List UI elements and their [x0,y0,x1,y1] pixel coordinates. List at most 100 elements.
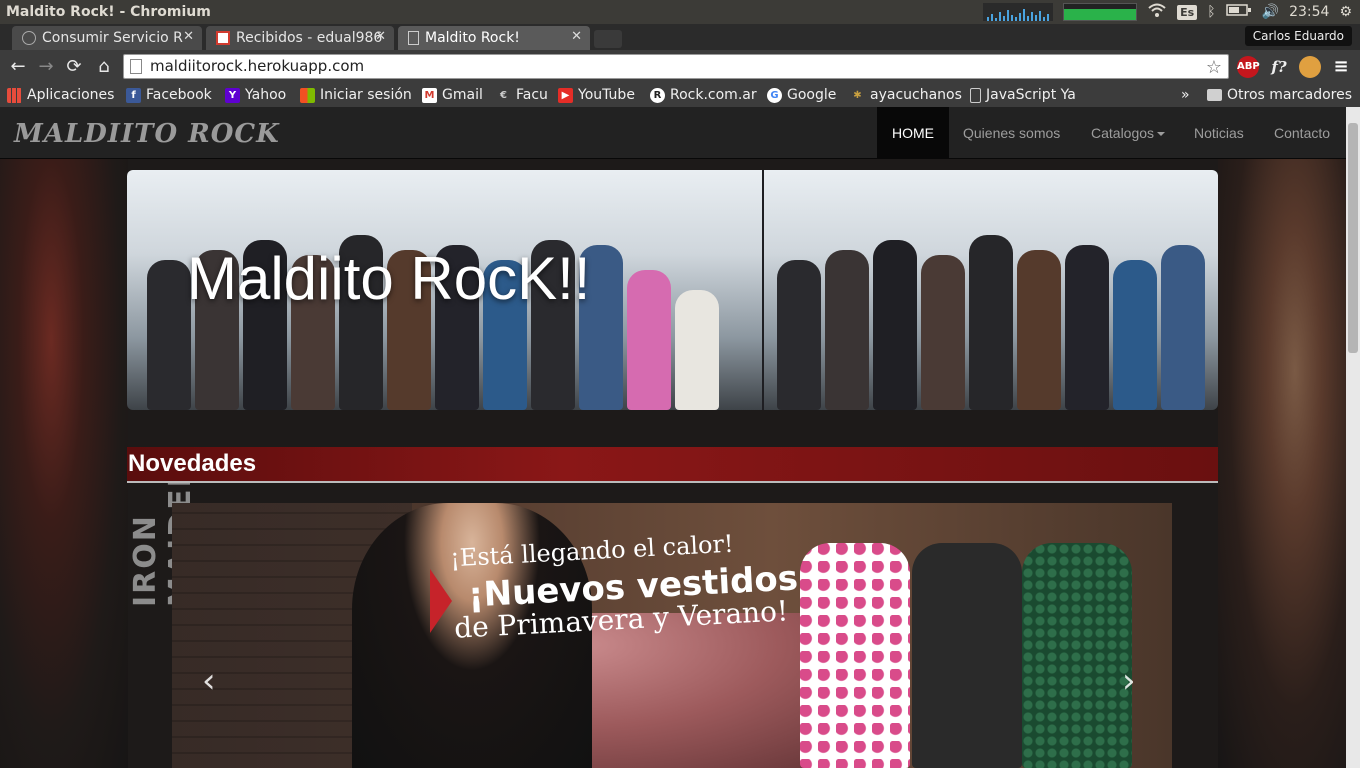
site-brand-logo[interactable]: MALDIITO ROCK [14,119,280,149]
floral-dress-image [800,543,910,768]
bookmark-label: YouTube [578,87,635,103]
hero-title: Maldiito RocK!! [187,245,591,312]
red-chevron-graphic [430,569,452,633]
bookmark-label: Google [787,87,837,103]
promo-carousel[interactable]: ¡Está llegando el calor! ¡Nuevos vestido… [172,503,1172,768]
bookmark-label: ayacuchanos [870,87,962,103]
bookmark-label: JavaScript Ya [986,87,1076,103]
bookmark-label: Facebook [146,87,212,103]
window-title: Maldito Rock! - Chromium [6,4,211,20]
address-bar[interactable]: maldiitorock.herokuapp.com ☆ [123,54,1229,79]
youtube-icon: ▶ [558,87,573,103]
profile-button[interactable]: Carlos Eduardo [1244,26,1352,46]
microsoft-icon [300,87,315,103]
home-icon[interactable]: ⌂ [92,55,116,79]
bookmark-ayacuchanos[interactable]: ✱ ayacuchanos [850,85,962,105]
page-icon [130,59,142,74]
page-icon [970,87,981,103]
clock[interactable]: 23:54 [1289,4,1329,20]
bookmark-label: Iniciar sesión [320,87,412,103]
bookmarks-bar: Aplicaciones f Facebook Y Yahoo Iniciar … [0,83,1360,107]
site-navbar: MALDIITO ROCK HOME Quienes somos Catalog… [0,107,1346,159]
network-graph [1063,3,1138,21]
system-indicators: Es ᛒ 🔊 23:54 ⚙ [983,0,1352,24]
carousel-prev-chevron-icon[interactable]: ‹ [202,661,216,701]
hero-divider [762,170,764,410]
page-icon [408,31,419,45]
bookmark-iniciar-sesion[interactable]: Iniciar sesión [300,85,412,105]
web-page: IRON MAIDEN MALDIITO ROCK HOME Quienes s… [0,107,1346,768]
tab-recibidos[interactable]: Recibidos - edual986 ✕ [206,26,394,50]
tab-close-icon[interactable]: ✕ [375,29,386,44]
wifi-icon[interactable] [1147,2,1167,22]
background-artwork-right [1218,157,1346,768]
bookmark-otros-marcadores[interactable]: Otros marcadores [1207,85,1352,105]
nav-catalogos-label: Catalogos [1091,125,1155,141]
bookmark-youtube[interactable]: ▶ YouTube [558,85,635,105]
caret-down-icon [1157,132,1166,137]
gmail-icon [216,31,230,45]
nav-home[interactable]: HOME [877,107,949,159]
bluetooth-icon[interactable]: ᛒ [1207,4,1215,20]
scrollbar-thumb[interactable] [1348,123,1358,353]
url-text: maldiitorock.herokuapp.com [150,57,365,75]
bookmark-facebook[interactable]: f Facebook [126,85,212,105]
page-scrollbar[interactable] [1346,107,1360,768]
black-dress-image [912,543,1022,768]
menu-icon[interactable]: ≡ [1330,56,1352,78]
nav-catalogos[interactable]: Catalogos [1076,107,1180,159]
forward-arrow-icon[interactable]: → [34,55,58,79]
extension-cookie-icon[interactable] [1299,56,1321,78]
bookmark-label: Aplicaciones [27,87,115,103]
tab-close-icon[interactable]: ✕ [183,29,194,44]
bookmark-label: Rock.com.ar [670,87,757,103]
gmail-icon: M [422,87,437,103]
bookmark-star-icon[interactable]: ☆ [1206,56,1222,79]
band-photo-right [777,235,1209,410]
hero-banner: Maldiito RocK!! [127,170,1218,410]
facu-icon: € [500,89,507,101]
facebook-icon: f [126,87,141,103]
tab-consumir-servicio[interactable]: Consumir Servicio R ✕ [12,26,202,50]
settings-gear-icon[interactable]: ⚙ [1339,4,1352,20]
google-icon: G [767,87,782,103]
bookmark-gmail[interactable]: M Gmail [422,85,483,105]
folder-icon [1207,89,1222,101]
back-arrow-icon[interactable]: ← [6,55,30,79]
nav-contacto[interactable]: Contacto [1259,107,1345,159]
rock-com-ar-icon: R [650,87,665,103]
bookmark-yahoo[interactable]: Y Yahoo [225,85,286,105]
bookmark-aplicaciones[interactable]: Aplicaciones [7,85,114,105]
iron-maiden-logo: IRON MAIDEN [128,460,198,607]
bookmark-javascript-ya[interactable]: JavaScript Ya [970,85,1076,105]
bookmark-label: Otros marcadores [1227,87,1353,103]
bookmark-google[interactable]: G Google [767,85,836,105]
reload-icon[interactable]: ⟳ [62,55,86,79]
tab-favicon-icon [22,31,36,45]
tab-label: Consumir Servicio R [42,30,183,46]
cpu-graph [983,3,1054,21]
yahoo-icon: Y [225,87,240,103]
keyboard-layout-indicator[interactable]: Es [1177,4,1198,20]
section-title: Novedades [128,450,257,477]
tab-maldito-rock[interactable]: Maldito Rock! ✕ [398,26,590,50]
ayacuchanos-icon: ✱ [853,89,862,101]
green-dress-image [1022,543,1132,768]
tab-label: Recibidos - edual986 [236,30,383,46]
bookmark-facu[interactable]: € Facu [496,85,548,105]
extension-f-icon[interactable]: f? [1268,56,1290,78]
tab-close-icon[interactable]: ✕ [571,29,582,44]
nav-quienes-somos[interactable]: Quienes somos [948,107,1075,159]
tab-strip: Consumir Servicio R ✕ Recibidos - edual9… [0,24,1360,50]
bookmarks-overflow-chevron-icon[interactable]: » [1181,85,1190,105]
carousel-next-chevron-icon[interactable]: › [1122,661,1136,701]
new-tab-button[interactable] [594,30,622,48]
nav-noticias[interactable]: Noticias [1179,107,1259,159]
battery-icon[interactable] [1225,3,1252,21]
volume-icon[interactable]: 🔊 [1262,4,1279,20]
system-top-bar: Maldito Rock! - Chromium Es ᛒ 🔊 23:54 ⚙ [0,0,1360,24]
tab-label: Maldito Rock! [425,30,520,46]
section-header-novedades: Novedades [127,447,1218,483]
adblock-icon[interactable]: ABP [1237,56,1260,78]
bookmark-rock-com-ar[interactable]: R Rock.com.ar [650,85,757,105]
